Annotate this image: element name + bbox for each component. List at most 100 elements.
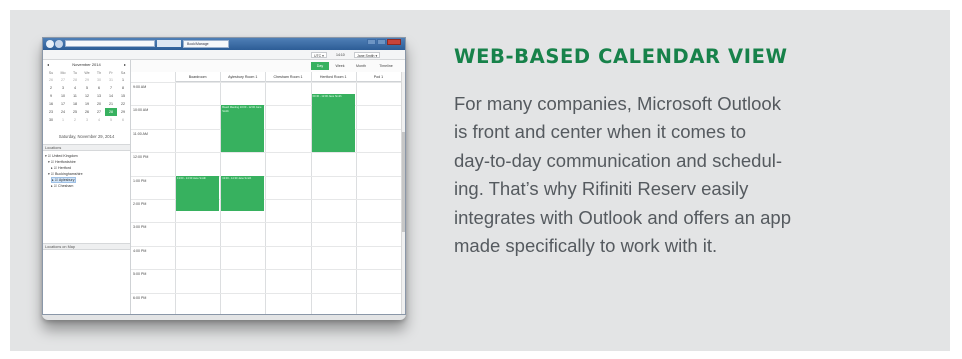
calendar-day[interactable]: 5	[105, 116, 117, 124]
room-column-header: Aylesbury Room 1	[220, 72, 266, 82]
calendar-day[interactable]: 25	[69, 108, 81, 116]
selected-date-label: Saturday, November 29, 2014	[58, 134, 115, 139]
next-month-icon[interactable]: ▸	[124, 61, 126, 69]
calendar-day[interactable]: 30	[45, 116, 57, 124]
location-label: ▾ ☑ United Kingdom	[45, 154, 78, 158]
app-screenshot: Book/Manage UTC ▾ 14:10 Jane Smith ▾ ◂ N…	[42, 37, 406, 315]
view-week-button[interactable]: Week	[331, 62, 349, 70]
calendar-day[interactable]: 13	[93, 92, 105, 100]
browser-tab[interactable]: Book/Manage	[183, 40, 229, 48]
calendar-day[interactable]: 3	[57, 84, 69, 92]
calendar-day[interactable]: 2	[69, 116, 81, 124]
calendar-day[interactable]: 14	[105, 92, 117, 100]
room-column-header: Pod 1	[355, 72, 401, 82]
grid-row-line	[131, 82, 401, 83]
time-slot-label: 2:00 PM	[133, 202, 147, 206]
schedule-grid: Boardroom Aylesbury Room 1 Chesham Room 1H…	[131, 72, 402, 314]
room-column-header: Boardroom	[175, 72, 221, 82]
forward-icon[interactable]	[55, 40, 63, 48]
calendar-day[interactable]: 30	[93, 76, 105, 84]
calendar-day[interactable]: 12	[81, 92, 93, 100]
grid-row-line	[131, 152, 401, 154]
booking-event[interactable]: 13:00 - 14:30 Jane Smith	[221, 175, 265, 211]
calendar-day[interactable]: 6	[93, 84, 105, 92]
body-line: For many companies, Microsoft Outlook	[454, 93, 781, 114]
booking-event[interactable]: Board Meeting 10:00 - 12:00 Jane Smith	[221, 105, 265, 153]
calendar-day[interactable]: 28	[69, 76, 81, 84]
calendar-day[interactable]: 9	[45, 92, 57, 100]
view-day-button[interactable]: Day	[311, 62, 329, 70]
close-icon[interactable]	[387, 39, 401, 45]
calendar-day[interactable]: 8	[117, 84, 129, 92]
calendar-day[interactable]: 10	[57, 92, 69, 100]
grid-row-line	[131, 292, 401, 294]
calendar-day[interactable]: 2	[45, 84, 57, 92]
location-label: ▾ ☑ Hertfordshire	[48, 160, 76, 164]
calendar-day[interactable]: 16	[45, 100, 57, 108]
grid-row-line	[131, 175, 401, 177]
grid-row-line	[131, 105, 401, 107]
maximize-icon[interactable]	[377, 39, 386, 45]
mini-calendar: Su Mo Tu We Th Fr Sa 26 27 28 29 30 31 1 2 3 4 5 6 7 8 9 10 11 1…	[45, 70, 129, 124]
room-column-header: Chesham Room 1	[265, 72, 311, 82]
calendar-day[interactable]: 29	[117, 108, 129, 116]
minimize-icon[interactable]	[367, 39, 376, 45]
section-heading: WEB-BASED CALENDAR VIEW	[454, 45, 788, 68]
time-slot-label: 11:00 AM	[133, 131, 148, 136]
locations-header: Locations	[43, 144, 130, 151]
calendar-day[interactable]: 6	[117, 116, 129, 124]
calendar-day[interactable]: 15	[117, 92, 129, 100]
booking-event[interactable]: 13:00 - 14:30 Jane Smith	[176, 175, 220, 211]
calendar-day[interactable]: 1	[117, 76, 129, 84]
body-line: made specifically to work with it.	[454, 235, 718, 257]
view-month-button[interactable]: Month	[352, 62, 370, 70]
calendar-day[interactable]: 11	[69, 92, 81, 100]
calendar-day[interactable]: 1	[57, 116, 69, 124]
calendar-day[interactable]: 18	[69, 100, 81, 108]
time-slot-label: 9:00 AM	[133, 85, 147, 89]
calendar-day[interactable]: 24	[57, 108, 69, 116]
calendar-day[interactable]: 7	[105, 84, 117, 92]
calendar-day[interactable]: 22	[117, 100, 129, 108]
calendar-day[interactable]: 5	[81, 84, 93, 92]
calendar-day[interactable]: 20	[93, 100, 105, 108]
calendar-day[interactable]: 3	[81, 116, 93, 124]
timezone-select[interactable]: UTC ▾	[311, 52, 327, 58]
calendar-day[interactable]: 26	[81, 108, 93, 116]
time-slot-label: 10:00 AM	[133, 108, 149, 113]
calendar-day[interactable]: 29	[81, 76, 93, 84]
left-sidebar: ◂ November 2014 ▸ Su Mo Tu We Th Fr Sa 26 27 28 29…	[43, 60, 131, 314]
scrollbar-thumb[interactable]	[402, 132, 405, 232]
calendar-day[interactable]: 4	[69, 84, 81, 92]
calendar-day[interactable]: 27	[93, 108, 105, 116]
calendar-day[interactable]: 26	[45, 76, 57, 84]
calendar-day[interactable]: 31	[105, 76, 117, 84]
address-tools[interactable]	[157, 40, 181, 47]
grid-row-line	[131, 269, 401, 271]
calendar-day[interactable]: 17	[57, 100, 69, 108]
calendar-day[interactable]: 21	[105, 100, 117, 108]
time-slot-label: 5:00 PM	[133, 272, 147, 277]
user-bar: UTC ▾ 14:10 Jane Smith ▾	[43, 50, 405, 60]
browser-titlebar: Book/Manage	[43, 38, 405, 50]
calendar-day[interactable]: 28	[105, 108, 117, 116]
schedule-scrollbar[interactable]	[401, 72, 405, 314]
grid-row-line	[131, 199, 401, 200]
view-timeline-button[interactable]: Timeline	[375, 62, 397, 70]
back-icon[interactable]	[46, 40, 54, 48]
calendar-day[interactable]: 27	[57, 76, 69, 84]
locations-tree: ▾ ☑ United Kingdom ▾ ☑ Hertfordshire ▸ ☑ H…	[45, 153, 129, 189]
view-toolbar: Day Week Month Timeline	[131, 60, 405, 72]
location-item[interactable]: ▸ ☑ Chesham	[45, 183, 129, 189]
location-label: ▸ ☑ Chesham	[51, 184, 74, 188]
time-slot-label: 12:00 PM	[133, 155, 149, 160]
address-bar[interactable]	[65, 40, 155, 47]
calendar-day[interactable]: 19	[81, 100, 93, 108]
grid-row-line	[131, 222, 401, 224]
user-menu[interactable]: Jane Smith ▾	[354, 52, 381, 58]
body-line: is front and center when it comes to	[454, 121, 747, 143]
calendar-day[interactable]: 23	[45, 108, 57, 116]
calendar-day[interactable]: 4	[93, 116, 105, 124]
location-label: ▾ ☑ Buckinghamshire	[48, 172, 83, 176]
booking-event[interactable]: 09:30 - 12:00 Jane Smith	[311, 93, 355, 153]
